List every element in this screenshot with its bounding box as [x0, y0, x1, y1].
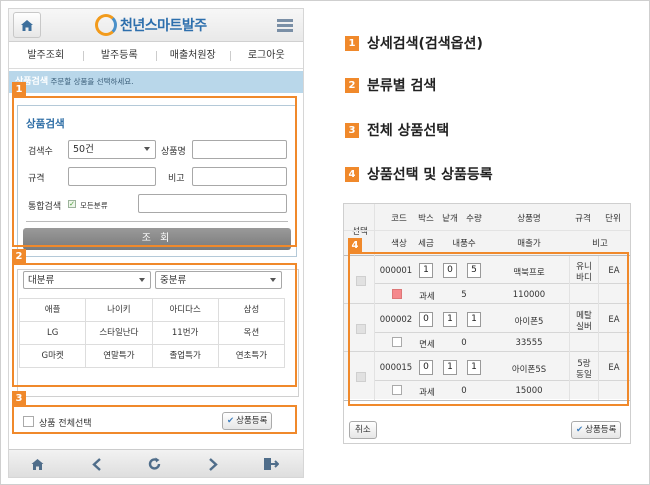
header-inner-count: 내품수 [452, 239, 476, 249]
legend-badge: 2 [345, 77, 359, 93]
back-button[interactable] [89, 457, 105, 471]
header-code: 코드 [391, 214, 407, 224]
header-box: 박스 [418, 214, 434, 224]
table-register-label: 상품등록 [585, 425, 617, 435]
app-logo: 천년스마트발주 [95, 14, 207, 36]
header-product-name: 상품명 [517, 214, 541, 224]
nav-order-inquiry[interactable]: 발주조회 [9, 43, 83, 68]
chevron-left-icon [92, 457, 101, 471]
header-sale-price: 매출가 [517, 239, 541, 249]
info-bar-text: 주문할 상품을 선택하세요. [50, 77, 134, 86]
highlight-box-2 [12, 263, 297, 387]
header-tax: 세금 [418, 239, 434, 249]
info-bar: 상품검색 주문할 상품을 선택하세요. [9, 71, 303, 93]
hamburger-menu-icon [277, 19, 293, 32]
home-button[interactable] [13, 12, 41, 38]
refresh-icon [148, 457, 160, 470]
highlight-box-3 [12, 405, 297, 434]
app-header: 천년스마트발주 [9, 9, 303, 42]
badge-1: 1 [12, 82, 26, 97]
bottom-toolbar [9, 449, 303, 477]
header-select: 선택 [352, 227, 368, 237]
header-color: 색상 [391, 239, 407, 249]
chevron-right-icon [209, 457, 218, 471]
legend-item-3: 3 전체 상품선택 [345, 120, 449, 140]
highlight-box-1 [12, 96, 297, 247]
badge-4: 4 [348, 238, 362, 253]
exit-button[interactable] [263, 457, 279, 471]
menu-button[interactable] [271, 12, 299, 38]
legend-item-4: 4 상품선택 및 상품등록 [345, 164, 493, 184]
header-unit: 단위 [605, 214, 621, 224]
divider [344, 230, 630, 231]
app-title: 천년스마트발주 [120, 18, 207, 34]
badge-3: 3 [12, 391, 26, 406]
header-qty: 수량 [466, 214, 482, 224]
legend-text: 분류별 검색 [367, 78, 437, 94]
legend-item-1: 1 상세검색(검색옵션) [345, 33, 483, 53]
check-icon: ✔ [576, 425, 584, 435]
legend-badge: 4 [345, 166, 359, 182]
legend-badge: 1 [345, 35, 359, 51]
exit-icon [264, 458, 279, 470]
legend-text: 상품선택 및 상품등록 [367, 167, 493, 183]
cancel-button[interactable]: 취소 [349, 421, 377, 439]
logo-mark-icon [95, 14, 117, 36]
table-register-button[interactable]: ✔ 상품등록 [571, 421, 622, 439]
top-nav: 발주조회 발주등록 매출처원장 로그아웃 [9, 43, 303, 69]
legend-text: 전체 상품선택 [367, 123, 450, 139]
nav-sales-ledger[interactable]: 매출처원장 [156, 43, 230, 68]
home-icon [31, 458, 43, 470]
header-piece: 낱개 [442, 214, 458, 224]
legend-item-2: 2 분류별 검색 [345, 75, 436, 95]
refresh-button[interactable] [146, 457, 162, 471]
highlight-box-4 [348, 252, 629, 406]
legend-text: 상세검색(검색옵션) [367, 36, 483, 52]
nav-logout[interactable]: 로그아웃 [229, 43, 304, 68]
header-spec: 규격 [575, 214, 591, 224]
nav-order-register[interactable]: 발주등록 [82, 43, 157, 68]
home-icon-button[interactable] [29, 457, 45, 471]
badge-2: 2 [12, 249, 26, 264]
home-icon [21, 19, 33, 31]
forward-button[interactable] [205, 457, 221, 471]
header-note: 비고 [592, 239, 608, 249]
legend-badge: 3 [345, 122, 359, 138]
